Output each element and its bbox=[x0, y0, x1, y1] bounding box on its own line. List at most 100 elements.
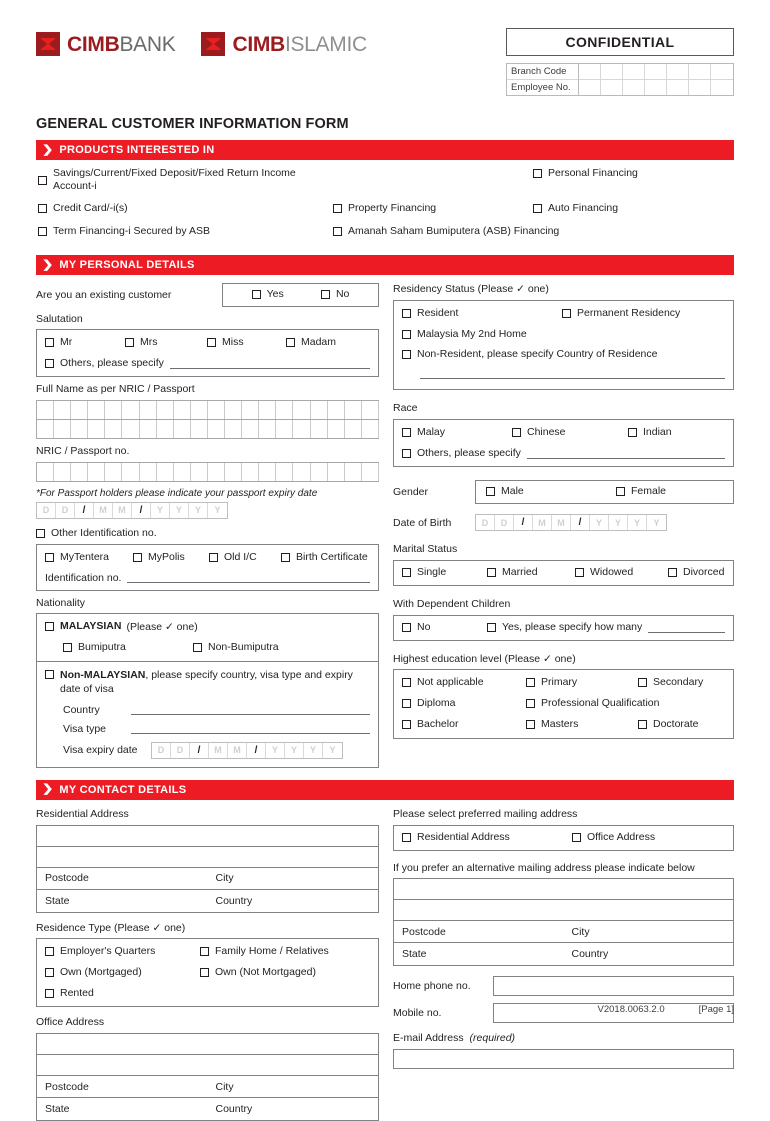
email-input[interactable] bbox=[393, 1048, 734, 1069]
checkbox-salutation-miss[interactable]: Miss bbox=[207, 336, 244, 349]
branch-code-cell[interactable] bbox=[623, 64, 645, 80]
alt-address-line-2[interactable] bbox=[394, 900, 733, 922]
char-cell[interactable] bbox=[174, 462, 191, 481]
char-cell[interactable] bbox=[345, 419, 362, 438]
checkbox-education-professional[interactable]: Professional Qualification bbox=[526, 697, 659, 710]
char-cell[interactable] bbox=[157, 419, 174, 438]
checkbox-existing-no[interactable]: No bbox=[320, 288, 349, 301]
date-cell-d2[interactable]: D bbox=[495, 515, 514, 531]
char-cell[interactable] bbox=[208, 462, 226, 481]
char-cell[interactable] bbox=[362, 419, 379, 438]
country-label[interactable]: Country bbox=[564, 943, 734, 965]
char-cell[interactable] bbox=[122, 462, 140, 481]
employee-no-cell[interactable] bbox=[645, 80, 667, 95]
char-cell[interactable] bbox=[259, 462, 277, 481]
checkbox-permanent-residency[interactable]: Permanent Residency bbox=[562, 307, 680, 320]
date-cell-m2[interactable]: M bbox=[113, 502, 132, 518]
checkbox-education-secondary[interactable]: Secondary bbox=[638, 676, 703, 689]
char-cell[interactable] bbox=[293, 419, 311, 438]
char-cell[interactable] bbox=[276, 462, 294, 481]
char-cell[interactable] bbox=[276, 419, 294, 438]
date-cell-y3[interactable]: Y bbox=[304, 742, 323, 758]
char-cell[interactable] bbox=[242, 419, 260, 438]
checkbox-own-mortgaged[interactable]: Own (Mortgaged) bbox=[45, 966, 142, 979]
date-cell-m2[interactable]: M bbox=[552, 515, 571, 531]
checkbox-marital-divorced[interactable]: Divorced bbox=[668, 566, 724, 579]
checkbox-gender-male[interactable]: Male bbox=[486, 485, 524, 498]
char-cell[interactable] bbox=[37, 419, 55, 438]
char-cell[interactable] bbox=[105, 419, 123, 438]
checkbox-education-masters[interactable]: Masters bbox=[526, 718, 578, 731]
char-cell[interactable] bbox=[259, 419, 277, 438]
date-cell-y4[interactable]: Y bbox=[323, 743, 342, 758]
char-cell[interactable] bbox=[140, 400, 157, 419]
checkbox-term-financing-asb[interactable]: Term Financing-i Secured by ASB bbox=[38, 225, 210, 238]
char-cell[interactable] bbox=[88, 400, 106, 419]
employee-no-cell[interactable] bbox=[711, 80, 733, 95]
checkbox-non-bumiputra[interactable]: Non-Bumiputra bbox=[193, 641, 279, 654]
address-line-2[interactable] bbox=[37, 847, 378, 868]
char-cell[interactable] bbox=[311, 419, 328, 438]
checkbox-bumiputra[interactable]: Bumiputra bbox=[63, 641, 126, 654]
checkbox-non-resident[interactable]: Non-Resident, please specify Country of … bbox=[402, 348, 657, 361]
checkbox-old-ic[interactable]: Old I/C bbox=[209, 551, 257, 564]
char-cell[interactable] bbox=[311, 400, 328, 419]
checkbox-marital-widowed[interactable]: Widowed bbox=[575, 566, 633, 579]
char-cell[interactable] bbox=[54, 400, 72, 419]
country-label[interactable]: Country bbox=[208, 1098, 379, 1120]
char-cell[interactable] bbox=[362, 462, 379, 481]
date-cell-m1[interactable]: M bbox=[209, 742, 228, 758]
office-address-line-1[interactable] bbox=[37, 1034, 378, 1056]
date-cell-y3[interactable]: Y bbox=[189, 502, 208, 518]
postcode-label[interactable]: Postcode bbox=[394, 921, 564, 942]
country-input[interactable] bbox=[131, 704, 370, 716]
checkbox-employers-quarters[interactable]: Employer's Quarters bbox=[45, 945, 155, 958]
checkbox-salutation-others[interactable]: Others, please specify bbox=[45, 357, 164, 370]
date-cell-d2[interactable]: D bbox=[171, 742, 190, 758]
home-phone-input[interactable] bbox=[493, 976, 734, 997]
checkbox-own-not-mortgaged[interactable]: Own (Not Mortgaged) bbox=[200, 966, 316, 979]
employee-no-cell[interactable] bbox=[689, 80, 711, 95]
date-cell-d1[interactable]: D bbox=[37, 502, 56, 518]
date-cell-d1[interactable]: D bbox=[476, 515, 495, 531]
city-label[interactable]: City bbox=[208, 1076, 379, 1097]
char-cell[interactable] bbox=[105, 400, 123, 419]
char-cell[interactable] bbox=[37, 462, 55, 481]
checkbox-family-home[interactable]: Family Home / Relatives bbox=[200, 945, 329, 958]
char-cell[interactable] bbox=[174, 419, 191, 438]
state-label[interactable]: State bbox=[394, 943, 564, 965]
date-cell-y2[interactable]: Y bbox=[285, 742, 304, 758]
branch-code-cell[interactable] bbox=[601, 64, 623, 80]
employee-no-cell[interactable] bbox=[579, 80, 601, 95]
checkbox-mailing-office[interactable]: Office Address bbox=[572, 831, 655, 844]
dependents-count-input[interactable] bbox=[648, 622, 725, 634]
checkbox-non-malaysian[interactable] bbox=[45, 669, 54, 679]
char-cell[interactable] bbox=[88, 462, 106, 481]
postcode-label[interactable]: Postcode bbox=[37, 868, 208, 889]
char-cell[interactable] bbox=[208, 400, 226, 419]
char-cell[interactable] bbox=[191, 462, 208, 481]
date-cell-y1[interactable]: Y bbox=[266, 742, 285, 758]
date-cell-m2[interactable]: M bbox=[228, 742, 247, 758]
date-cell-y3[interactable]: Y bbox=[628, 515, 647, 531]
char-cell[interactable] bbox=[191, 419, 208, 438]
visa-type-input[interactable] bbox=[131, 723, 370, 735]
checkbox-property-financing[interactable]: Property Financing bbox=[333, 202, 436, 215]
checkbox-salutation-madam[interactable]: Madam bbox=[286, 336, 336, 349]
char-cell[interactable] bbox=[276, 400, 294, 419]
checkbox-dependents-yes[interactable]: Yes, please specify how many bbox=[487, 621, 642, 634]
employee-no-cell[interactable] bbox=[667, 80, 689, 95]
char-cell[interactable] bbox=[54, 462, 72, 481]
visa-expiry-date[interactable]: D D / M M / Y Y Y Y bbox=[151, 741, 343, 759]
checkbox-auto-financing[interactable]: Auto Financing bbox=[533, 202, 618, 215]
date-cell-d1[interactable]: D bbox=[152, 742, 171, 758]
char-cell[interactable] bbox=[225, 462, 243, 481]
date-of-birth-input[interactable]: D D / M M / Y Y Y Y bbox=[475, 514, 667, 532]
char-cell[interactable] bbox=[208, 419, 226, 438]
checkbox-marital-single[interactable]: Single bbox=[402, 566, 446, 579]
checkbox-savings-account[interactable]: Savings/Current/Fixed Deposit/Fixed Retu… bbox=[38, 167, 333, 193]
char-cell[interactable] bbox=[362, 400, 379, 419]
date-cell-y4[interactable]: Y bbox=[208, 503, 227, 518]
checkbox-personal-financing[interactable]: Personal Financing bbox=[533, 167, 638, 180]
address-line-1[interactable] bbox=[37, 826, 378, 847]
